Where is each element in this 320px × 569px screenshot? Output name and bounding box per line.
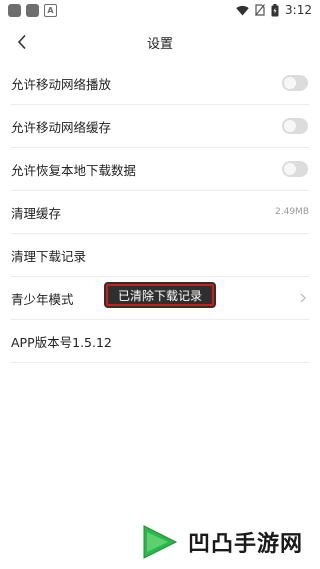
notification-icons: A — [8, 4, 57, 17]
system-icons: 3:12 — [236, 3, 312, 17]
toast-text: 已清除下载记录 — [117, 288, 202, 303]
settings-list: 允许移动网络播放 允许移动网络缓存 允许恢复本地下载数据 清理缓存 2.49MB… — [11, 62, 309, 363]
setting-label: 青少年模式 — [11, 291, 74, 307]
cache-size-value: 2.49MB — [275, 207, 309, 217]
toast-message: 已清除下载记录 — [104, 282, 216, 308]
restore-local-toggle[interactable] — [282, 161, 308, 177]
no-sim-icon — [255, 4, 266, 16]
header: 设置 — [0, 28, 320, 58]
watermark-text: 凹凸手游网 — [188, 532, 304, 557]
toggle-knob — [284, 120, 296, 132]
setting-clear-cache[interactable]: 清理缓存 2.49MB — [11, 191, 309, 234]
notification-icon — [8, 4, 21, 17]
toggle-knob — [284, 163, 296, 175]
setting-mobile-play[interactable]: 允许移动网络播放 — [11, 62, 309, 105]
setting-clear-downloads[interactable]: 清理下载记录 — [11, 234, 309, 277]
toggle-knob — [284, 77, 296, 89]
setting-mobile-cache[interactable]: 允许移动网络缓存 — [11, 105, 309, 148]
setting-label: 清理缓存 — [11, 205, 62, 221]
watermark: 凹凸手游网 — [140, 522, 303, 562]
setting-label: 允许恢复本地下载数据 — [11, 162, 137, 178]
setting-restore-local[interactable]: 允许恢复本地下载数据 — [11, 148, 309, 191]
a-badge-icon: A — [44, 4, 57, 17]
status-bar: A 3:12 — [0, 0, 320, 24]
chevron-right-icon — [300, 293, 306, 303]
page-title: 设置 — [146, 37, 173, 52]
clock: 3:12 — [285, 3, 312, 17]
site-logo-icon — [143, 525, 178, 559]
setting-label: 允许移动网络缓存 — [11, 119, 112, 135]
setting-label: 清理下载记录 — [11, 248, 87, 264]
notification-icon — [26, 4, 39, 17]
setting-label: 允许移动网络播放 — [11, 76, 112, 92]
setting-app-version: APP版本号1.5.12 — [11, 320, 309, 363]
setting-label: APP版本号1.5.12 — [11, 334, 112, 350]
wifi-icon — [236, 5, 249, 16]
battery-icon — [271, 3, 279, 17]
mobile-play-toggle[interactable] — [282, 75, 308, 91]
mobile-cache-toggle[interactable] — [282, 118, 308, 134]
